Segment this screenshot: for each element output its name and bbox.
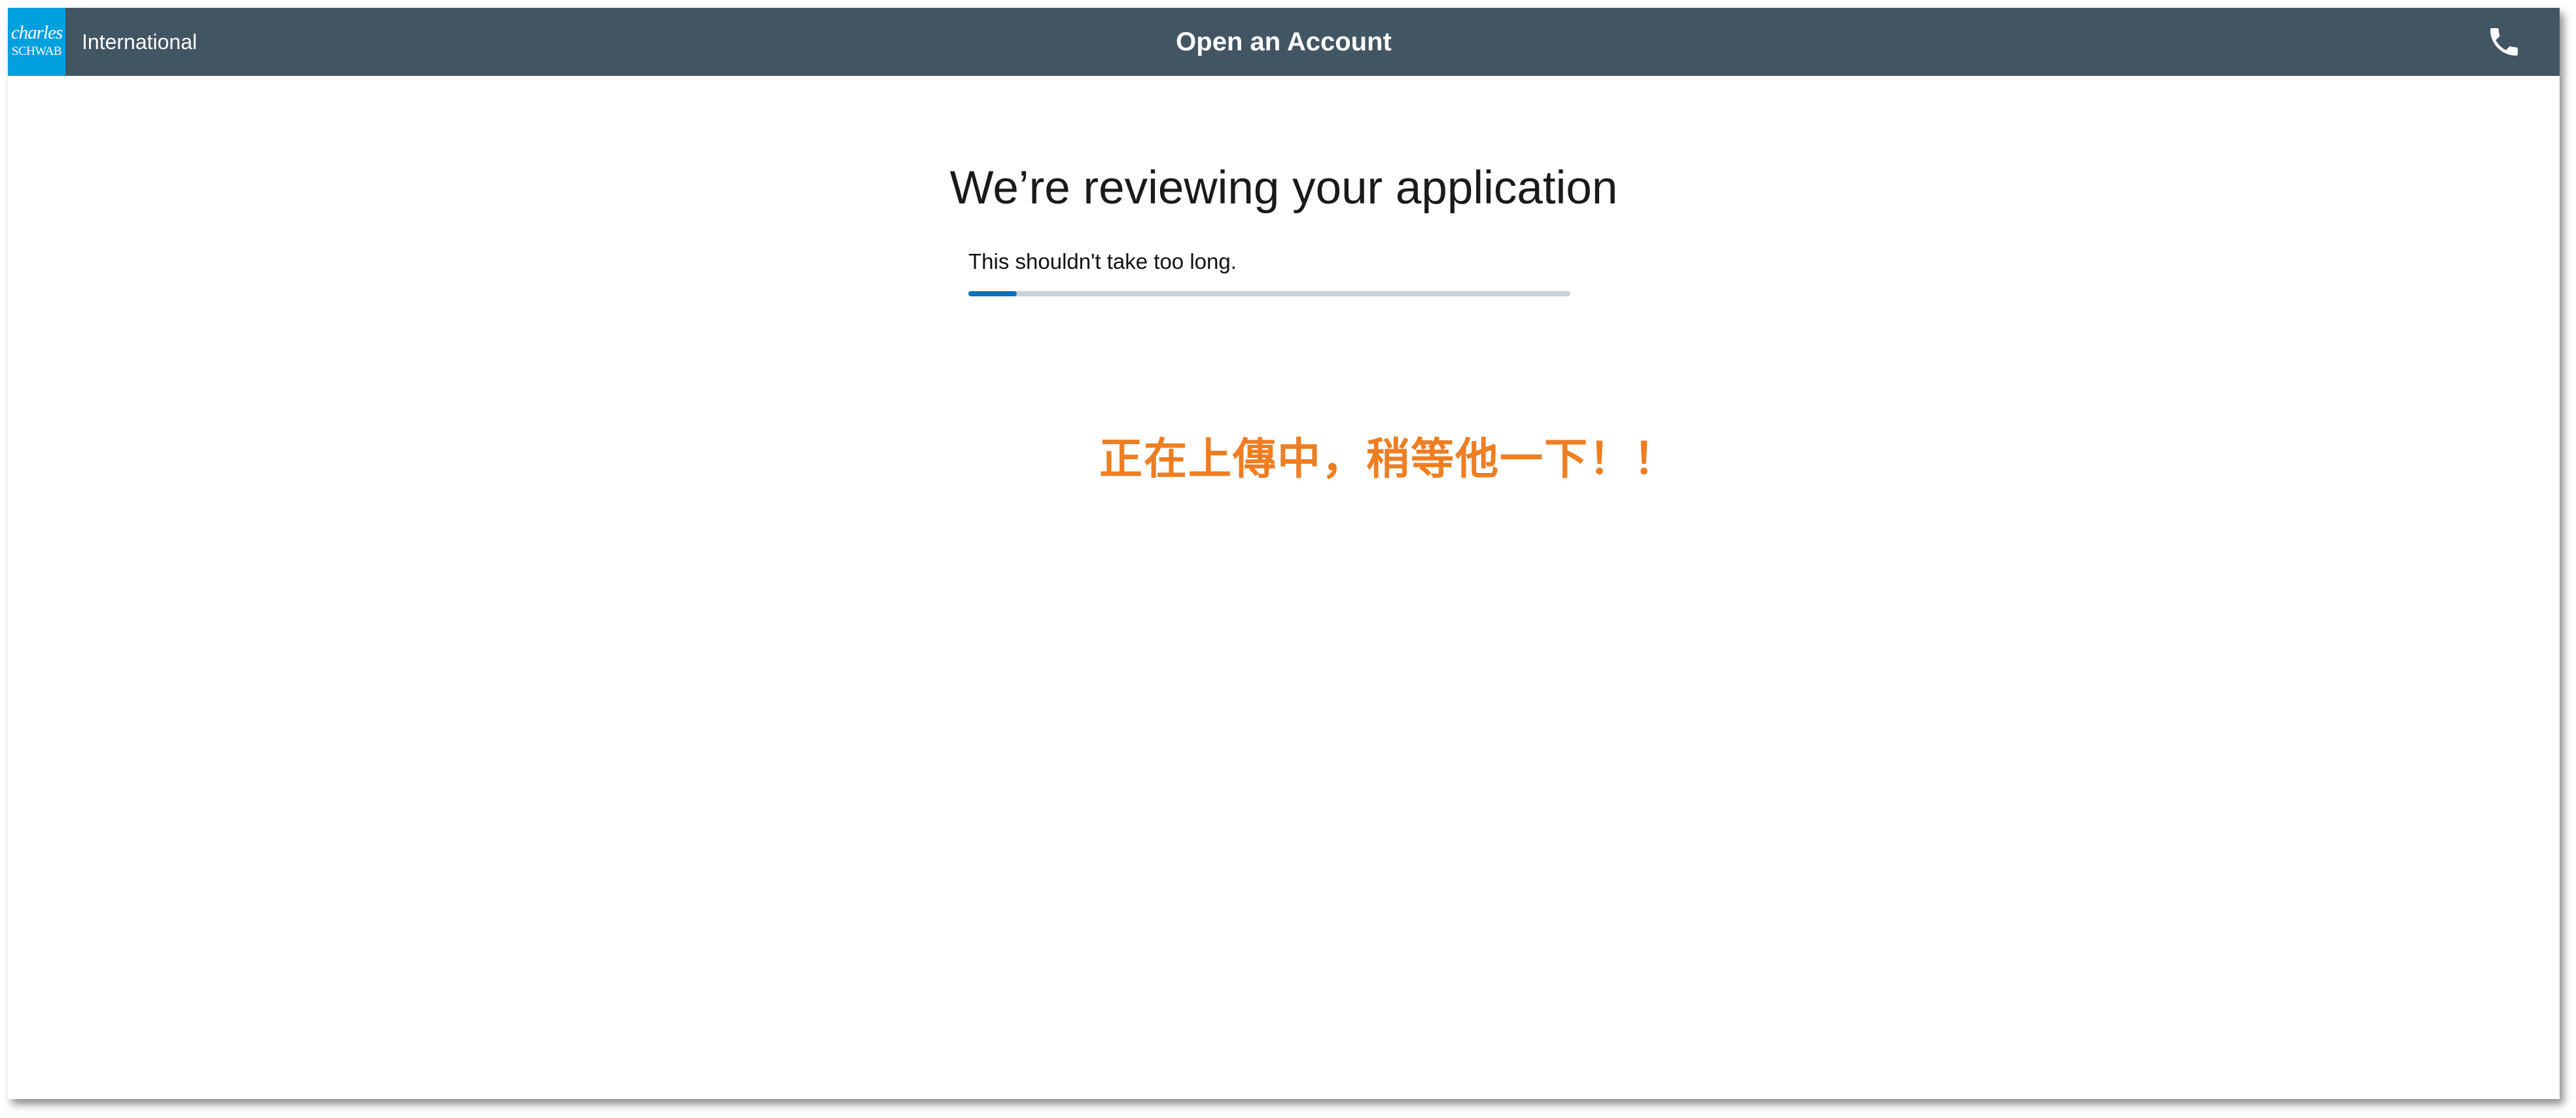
top-nav-bar: charles SCHWAB International Open an Acc… — [8, 8, 2560, 76]
progress-bar-fill — [968, 291, 1017, 296]
header-title: Open an Account — [1176, 27, 1392, 56]
browser-frame: charles SCHWAB International Open an Acc… — [8, 8, 2560, 1099]
status-subtext: This shouldn't take too long. — [968, 249, 1237, 273]
page-title: We’re reviewing your application — [949, 162, 1618, 214]
phone-icon[interactable] — [2486, 24, 2522, 60]
progress-bar — [968, 291, 1570, 296]
annotation-note: 正在上傳中，稍等他一下！！ — [1099, 434, 1678, 484]
